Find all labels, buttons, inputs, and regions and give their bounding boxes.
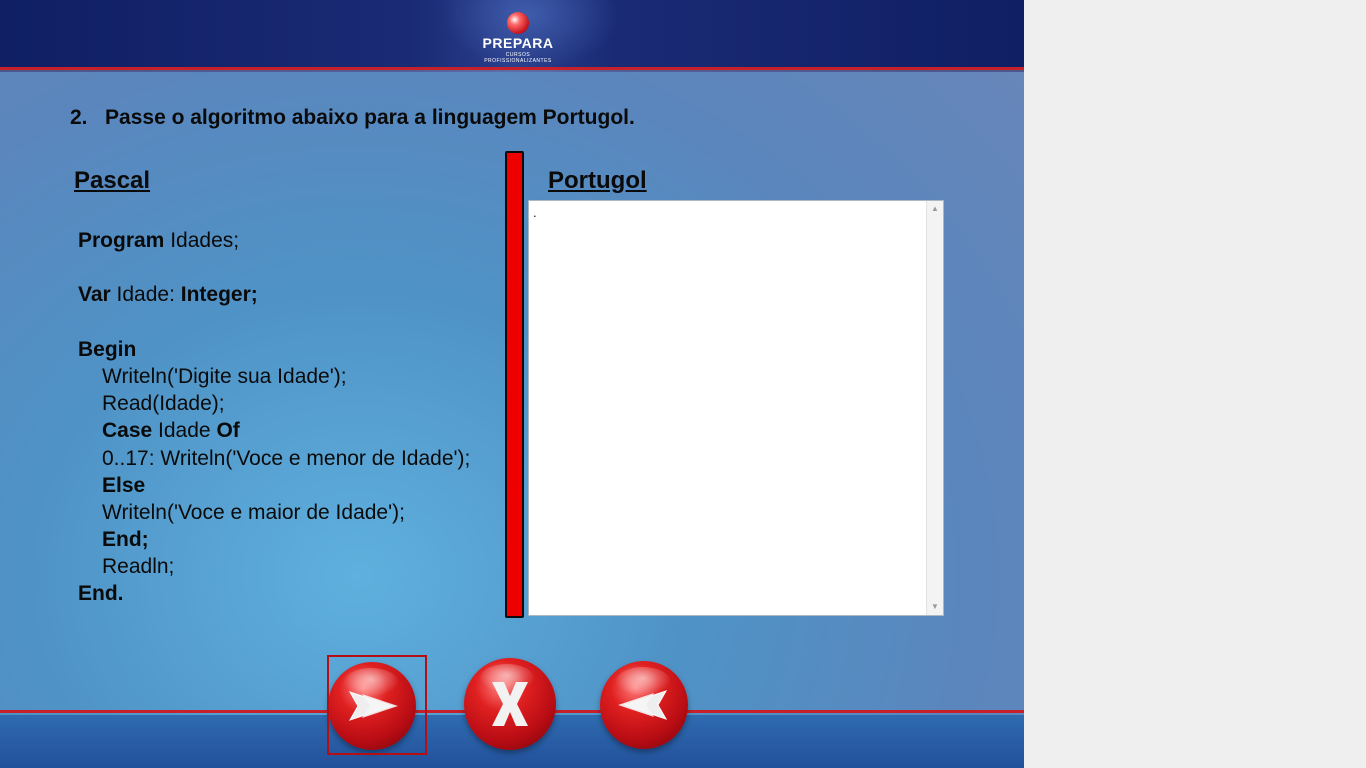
logo-orb-icon	[507, 12, 529, 34]
keyword-else: Else	[102, 473, 146, 497]
question-number: 2.	[70, 106, 88, 129]
logo-name: PREPARA	[482, 35, 554, 51]
keyword-begin: Begin	[78, 337, 137, 361]
portugol-textarea-value[interactable]: .	[533, 205, 537, 220]
textarea-scrollbar[interactable]: ▲ ▼	[926, 201, 943, 615]
code-line-readln: Readln;	[102, 555, 175, 579]
pascal-code-block: Program Idades; Var Idade: Integer; Begi…	[78, 227, 470, 608]
keyword-program: Program	[78, 229, 165, 252]
slide-canvas: PREPARA CURSOS PROFISSIONALIZANTES 2. Pa…	[0, 0, 1024, 768]
keyword-integer: Integer;	[180, 283, 258, 307]
keyword-end-case: End;	[102, 528, 149, 552]
keyword-case: Case	[102, 419, 153, 443]
logo-tagline: CURSOS PROFISSIONALIZANTES	[484, 52, 552, 64]
code-line-else: Else	[78, 472, 470, 499]
prepara-logo: PREPARA CURSOS PROFISSIONALIZANTES	[478, 10, 558, 64]
scroll-up-arrow-icon[interactable]: ▲	[927, 201, 943, 217]
scroll-down-arrow-icon[interactable]: ▼	[927, 599, 943, 615]
code-line-writeln-prompt: Writeln('Digite sua Idade');	[102, 364, 347, 388]
case-variable: Idade	[152, 419, 217, 443]
question-text: Passe o algoritmo abaixo para a linguage…	[105, 106, 635, 129]
portugol-answer-textarea[interactable]: . ▲ ▼	[528, 200, 944, 616]
code-line-begin: Begin	[78, 336, 470, 363]
back-button[interactable]	[600, 661, 688, 749]
portugol-column-title: Portugol	[548, 167, 647, 194]
column-divider-bar	[505, 151, 524, 618]
header-red-line	[0, 67, 1024, 70]
var-declaration: Idade:	[110, 283, 181, 307]
code-line-read: Read(Idade);	[102, 392, 225, 416]
back-arrow-icon	[618, 690, 668, 720]
pascal-column-title: Pascal	[74, 167, 151, 194]
keyword-of: Of	[216, 419, 240, 443]
code-line-end-program: End.	[78, 580, 470, 607]
question-heading: 2. Passe o algoritmo abaixo para a lingu…	[70, 106, 635, 130]
code-line-end-case: End;	[78, 526, 470, 553]
code-line-case-option: 0..17: Writeln('Voce e menor de Idade');	[102, 446, 471, 470]
close-x-icon	[492, 682, 528, 726]
code-line-writeln-else: Writeln('Voce e maior de Idade');	[102, 500, 405, 524]
close-button[interactable]	[464, 658, 556, 750]
keyword-end-program: End.	[78, 582, 124, 606]
code-line-var: Var Idade: Integer;	[78, 281, 470, 308]
code-line-program: Program Idades;	[78, 227, 470, 254]
program-name: Idades;	[164, 229, 240, 252]
next-button-focus-ring	[327, 655, 427, 755]
code-line-case: Case Idade Of	[78, 417, 470, 444]
keyword-var: Var	[78, 283, 111, 307]
